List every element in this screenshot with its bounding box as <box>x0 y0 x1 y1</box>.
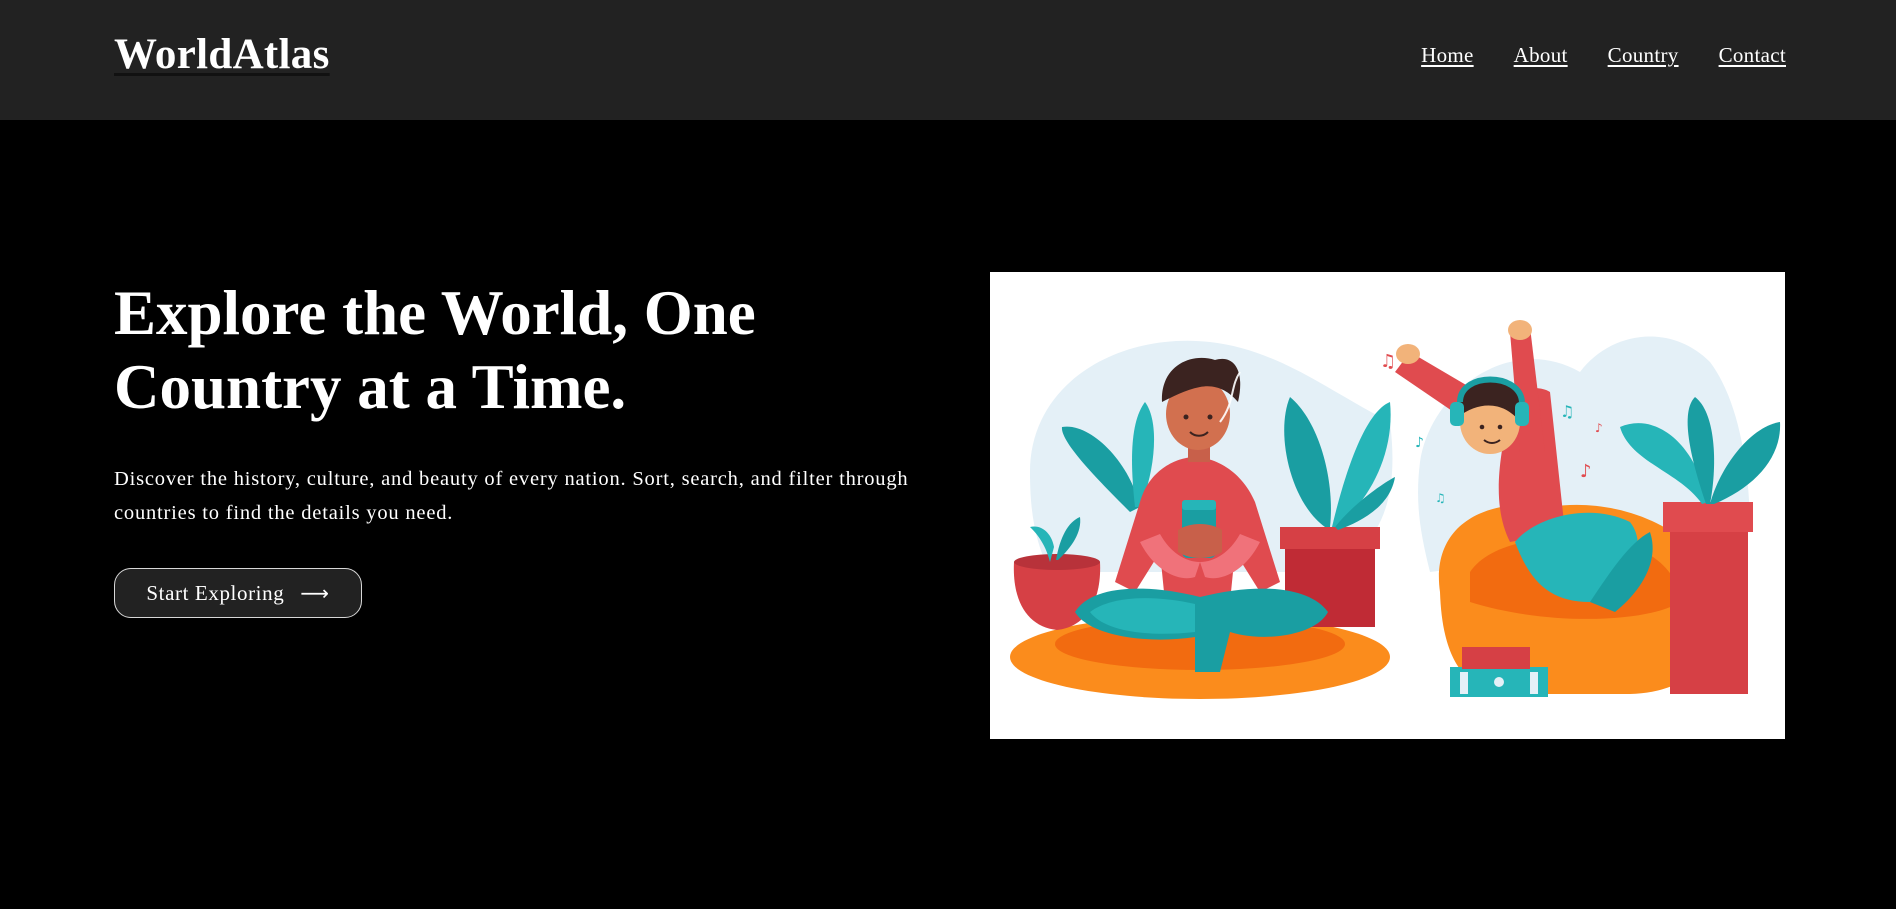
nav-link-contact[interactable]: Contact <box>1719 43 1786 68</box>
svg-text:♫: ♫ <box>1560 402 1574 421</box>
svg-text:♪: ♪ <box>1595 421 1603 435</box>
start-exploring-button[interactable]: Start Exploring ⟶ <box>114 568 362 618</box>
svg-text:♫: ♫ <box>1380 351 1396 372</box>
hero-illustration: ♫ ♫ ♪ ♪ ♫ ♪ <box>990 272 1785 739</box>
nav-link-home[interactable]: Home <box>1421 43 1474 68</box>
svg-text:♪: ♪ <box>1580 461 1592 482</box>
nav-link-country[interactable]: Country <box>1608 43 1679 68</box>
svg-text:♪: ♪ <box>1415 435 1424 451</box>
nav-links: Home About Country Contact <box>1421 43 1786 68</box>
logo[interactable]: WorldAtlas <box>114 30 330 79</box>
navbar: WorldAtlas Home About Country Contact <box>0 0 1896 120</box>
hero-title: Explore the World, One Country at a Time… <box>114 278 756 422</box>
arrow-right-icon: ⟶ <box>300 581 330 605</box>
people-relaxing-illustration: ♫ ♫ ♪ ♪ ♫ ♪ <box>1010 320 1781 699</box>
svg-text:♫: ♫ <box>1435 491 1446 505</box>
start-exploring-label: Start Exploring <box>146 580 285 605</box>
hero-description: Discover the history, culture, and beaut… <box>114 468 909 524</box>
nav-link-about[interactable]: About <box>1514 43 1568 68</box>
